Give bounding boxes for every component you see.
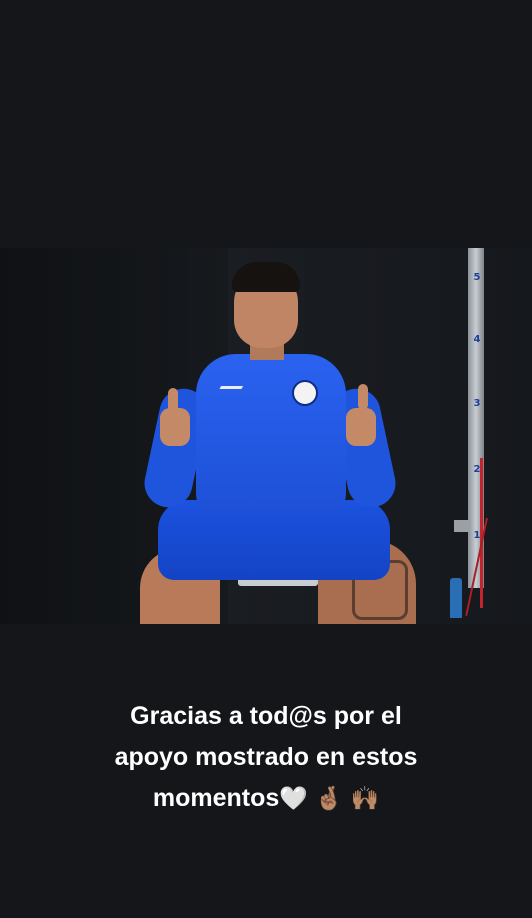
caption-line-3: momentos🤍 🤞🏽 🙌🏽 — [40, 778, 492, 820]
raising-hands-icon: 🙌🏽 — [350, 786, 380, 812]
story-photo: 5 4 3 2 1 — [0, 248, 532, 624]
story-view[interactable]: 5 4 3 2 1 Gracias a tod@s por el apoyo m… — [0, 0, 532, 918]
crossed-fingers-icon: 🤞🏽 — [314, 786, 344, 812]
thumbs-up-right — [358, 384, 368, 410]
water-bottle — [450, 578, 462, 618]
athlete-right-hand — [346, 408, 376, 446]
caption-line: apoyo mostrado en estos — [114, 743, 418, 771]
athlete-jersey — [196, 354, 346, 514]
story-caption: Gracias a tod@s por el apoyo mostrado en… — [40, 696, 492, 820]
caption-line: momentos — [152, 784, 280, 812]
pole-mark: 3 — [473, 398, 481, 409]
white-heart-icon: 🤍 — [279, 786, 308, 812]
athlete-left-hand — [160, 408, 190, 446]
club-crest-icon — [292, 380, 318, 406]
pole-mark: 4 — [473, 334, 481, 345]
athlete-hair — [232, 262, 300, 292]
pole-mark: 5 — [473, 272, 481, 283]
pole-bracket — [454, 520, 470, 532]
caption-line: Gracias a tod@s por el — [130, 702, 402, 730]
